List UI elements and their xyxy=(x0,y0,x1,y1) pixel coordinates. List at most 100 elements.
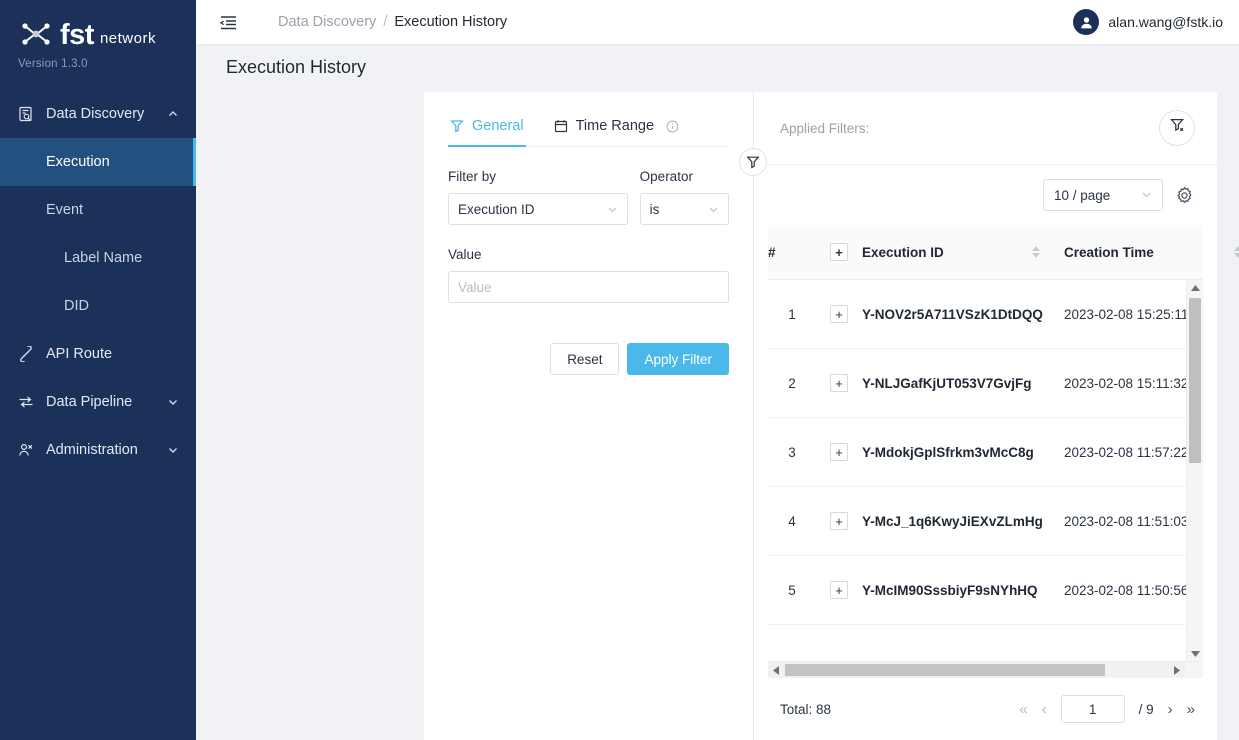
value-input[interactable]: Value xyxy=(448,271,729,303)
page-size-select[interactable]: 10 / page xyxy=(1043,179,1163,211)
cell-creation-time: 2023-02-08 15:25:11 xyxy=(1064,307,1203,322)
operator-field: Operator is xyxy=(640,169,729,225)
apply-filter-button[interactable]: Apply Filter xyxy=(627,343,729,375)
brand-row: fst network xyxy=(18,18,196,50)
administration-icon xyxy=(16,442,36,458)
sidebar-item-execution[interactable]: Execution xyxy=(0,138,196,186)
brand-block: fst network Version 1.3.0 xyxy=(0,0,196,70)
sidebar-item-data-pipeline[interactable]: Data Pipeline xyxy=(0,378,196,426)
table-vertical-scrollbar[interactable] xyxy=(1186,280,1203,661)
api-route-icon xyxy=(16,346,36,362)
chevron-down-icon xyxy=(708,204,719,215)
scroll-up-arrow-icon[interactable] xyxy=(1187,280,1203,296)
main-area: Data Discovery / Execution History alan.… xyxy=(196,0,1239,740)
scroll-left-arrow-icon[interactable] xyxy=(768,662,784,679)
cell-execution-id: Y-McIM90SssbiyF9sNYhHQ xyxy=(862,583,1064,598)
chevron-up-icon[interactable] xyxy=(166,107,180,121)
sidebar-item-api-route[interactable]: API Route xyxy=(0,330,196,378)
sort-toggle-icon[interactable] xyxy=(1234,246,1239,258)
collapse-sidebar-icon[interactable] xyxy=(216,10,240,34)
row-expand-cell: + xyxy=(816,581,862,599)
table-row[interactable]: 5 + Y-McIM90SssbiyF9sNYhHQ 2023-02-08 11… xyxy=(768,556,1185,625)
row-number: 2 xyxy=(768,376,816,391)
next-page-button[interactable]: › xyxy=(1168,702,1173,717)
gear-icon[interactable] xyxy=(1173,184,1195,206)
column-header-number: # xyxy=(768,245,816,260)
expand-row-button[interactable]: + xyxy=(830,443,848,461)
brand-name-secondary: network xyxy=(100,30,156,50)
sidebar-item-event[interactable]: Event xyxy=(0,186,196,234)
info-circle-icon[interactable] xyxy=(666,120,679,133)
chevron-down-icon[interactable] xyxy=(166,443,180,457)
reset-button[interactable]: Reset xyxy=(550,343,619,375)
horizontal-scroll-thumb[interactable] xyxy=(785,664,1105,676)
filter-panel: General Time Range xyxy=(424,92,754,740)
sidebar-item-label: Data Discovery xyxy=(46,106,166,122)
scroll-right-arrow-icon[interactable] xyxy=(1169,662,1185,679)
data-pipeline-icon xyxy=(16,394,36,410)
table-toolbar: 10 / page xyxy=(754,165,1217,225)
sidebar-item-data-discovery[interactable]: Data Discovery xyxy=(0,90,196,138)
tab-label: Time Range xyxy=(576,118,654,134)
expand-all-button[interactable]: + xyxy=(830,243,848,261)
table-row[interactable]: 3 + Y-MdokjGplSfrkm3vMcC8g 2023-02-08 11… xyxy=(768,418,1185,487)
sidebar-item-administration[interactable]: Administration xyxy=(0,426,196,474)
table-row[interactable]: 4 + Y-McJ_1q6KwyJiEXvZLmHg 2023-02-08 11… xyxy=(768,487,1185,556)
filter-by-select[interactable]: Execution ID xyxy=(448,193,628,225)
row-number: 1 xyxy=(768,307,816,322)
execution-table: # + Execution ID Creation Time xyxy=(768,225,1203,661)
tab-general[interactable]: General xyxy=(448,108,526,146)
breadcrumb-current: Execution History xyxy=(394,14,507,30)
chevron-down-icon[interactable] xyxy=(166,395,180,409)
sidebar: fst network Version 1.3.0 Data Discovery xyxy=(0,0,196,740)
breadcrumb-parent[interactable]: Data Discovery xyxy=(278,14,376,30)
funnel-toggle-icon[interactable] xyxy=(739,148,767,176)
sort-toggle-icon[interactable] xyxy=(1032,246,1040,258)
sidebar-nav: Data Discovery Execution Event Label Nam… xyxy=(0,90,196,474)
expand-row-button[interactable]: + xyxy=(830,581,848,599)
operator-select[interactable]: is xyxy=(640,193,729,225)
table-horizontal-scrollbar[interactable] xyxy=(768,661,1203,678)
chevron-down-icon xyxy=(607,204,618,215)
user-menu[interactable]: alan.wang@fstk.io xyxy=(1073,9,1223,35)
prev-page-button[interactable]: ‹ xyxy=(1042,702,1047,717)
sidebar-item-label: Administration xyxy=(46,442,166,458)
scrollbar-corner xyxy=(1185,662,1203,678)
expand-row-button[interactable]: + xyxy=(830,305,848,323)
column-header-creation-time[interactable]: Creation Time xyxy=(1064,245,1239,260)
chevron-down-icon xyxy=(1141,188,1152,203)
filter-row: Filter by Execution ID xyxy=(448,169,729,225)
column-header-label: Execution ID xyxy=(862,245,944,260)
sidebar-item-label: Data Pipeline xyxy=(46,394,166,410)
table-header-row: # + Execution ID Creation Time xyxy=(768,225,1203,280)
data-discovery-icon xyxy=(16,106,36,122)
first-page-button[interactable]: « xyxy=(1019,702,1027,717)
sidebar-item-did[interactable]: DID xyxy=(0,282,196,330)
sidebar-item-label: DID xyxy=(64,298,89,314)
cell-execution-id: Y-NOV2r5A711VSzK1DtDQQ xyxy=(862,307,1064,322)
table-row[interactable]: 1 + Y-NOV2r5A711VSzK1DtDQQ 2023-02-08 15… xyxy=(768,280,1185,349)
sidebar-item-label-name[interactable]: Label Name xyxy=(0,234,196,282)
pagination: « ‹ 1 / 9 › » xyxy=(1019,695,1195,723)
results-panel: Applied Filters: 10 / xyxy=(754,92,1217,740)
breadcrumb-separator: / xyxy=(383,14,387,30)
scroll-down-arrow-icon[interactable] xyxy=(1187,645,1203,661)
expand-row-button[interactable]: + xyxy=(830,374,848,392)
operator-value: is xyxy=(650,202,708,217)
tab-time-range[interactable]: Time Range xyxy=(552,108,681,146)
row-expand-cell: + xyxy=(816,443,862,461)
filter-by-field: Filter by Execution ID xyxy=(448,169,628,225)
row-number: 4 xyxy=(768,514,816,529)
cell-creation-time: 2023-02-08 15:11:32 xyxy=(1064,376,1203,391)
page-number-input[interactable]: 1 xyxy=(1061,695,1125,723)
column-header-expand: + xyxy=(816,243,862,261)
row-expand-cell: + xyxy=(816,374,862,392)
clear-filters-button[interactable] xyxy=(1159,110,1195,146)
last-page-button[interactable]: » xyxy=(1187,702,1195,717)
page-size-value: 10 / page xyxy=(1054,188,1141,203)
column-header-execution-id[interactable]: Execution ID xyxy=(862,245,1064,260)
vertical-scroll-thumb[interactable] xyxy=(1189,298,1201,463)
app-root: fst network Version 1.3.0 Data Discovery xyxy=(0,0,1239,740)
expand-row-button[interactable]: + xyxy=(830,512,848,530)
table-row[interactable]: 2 + Y-NLJGafKjUT053V7GvjFg 2023-02-08 15… xyxy=(768,349,1185,418)
